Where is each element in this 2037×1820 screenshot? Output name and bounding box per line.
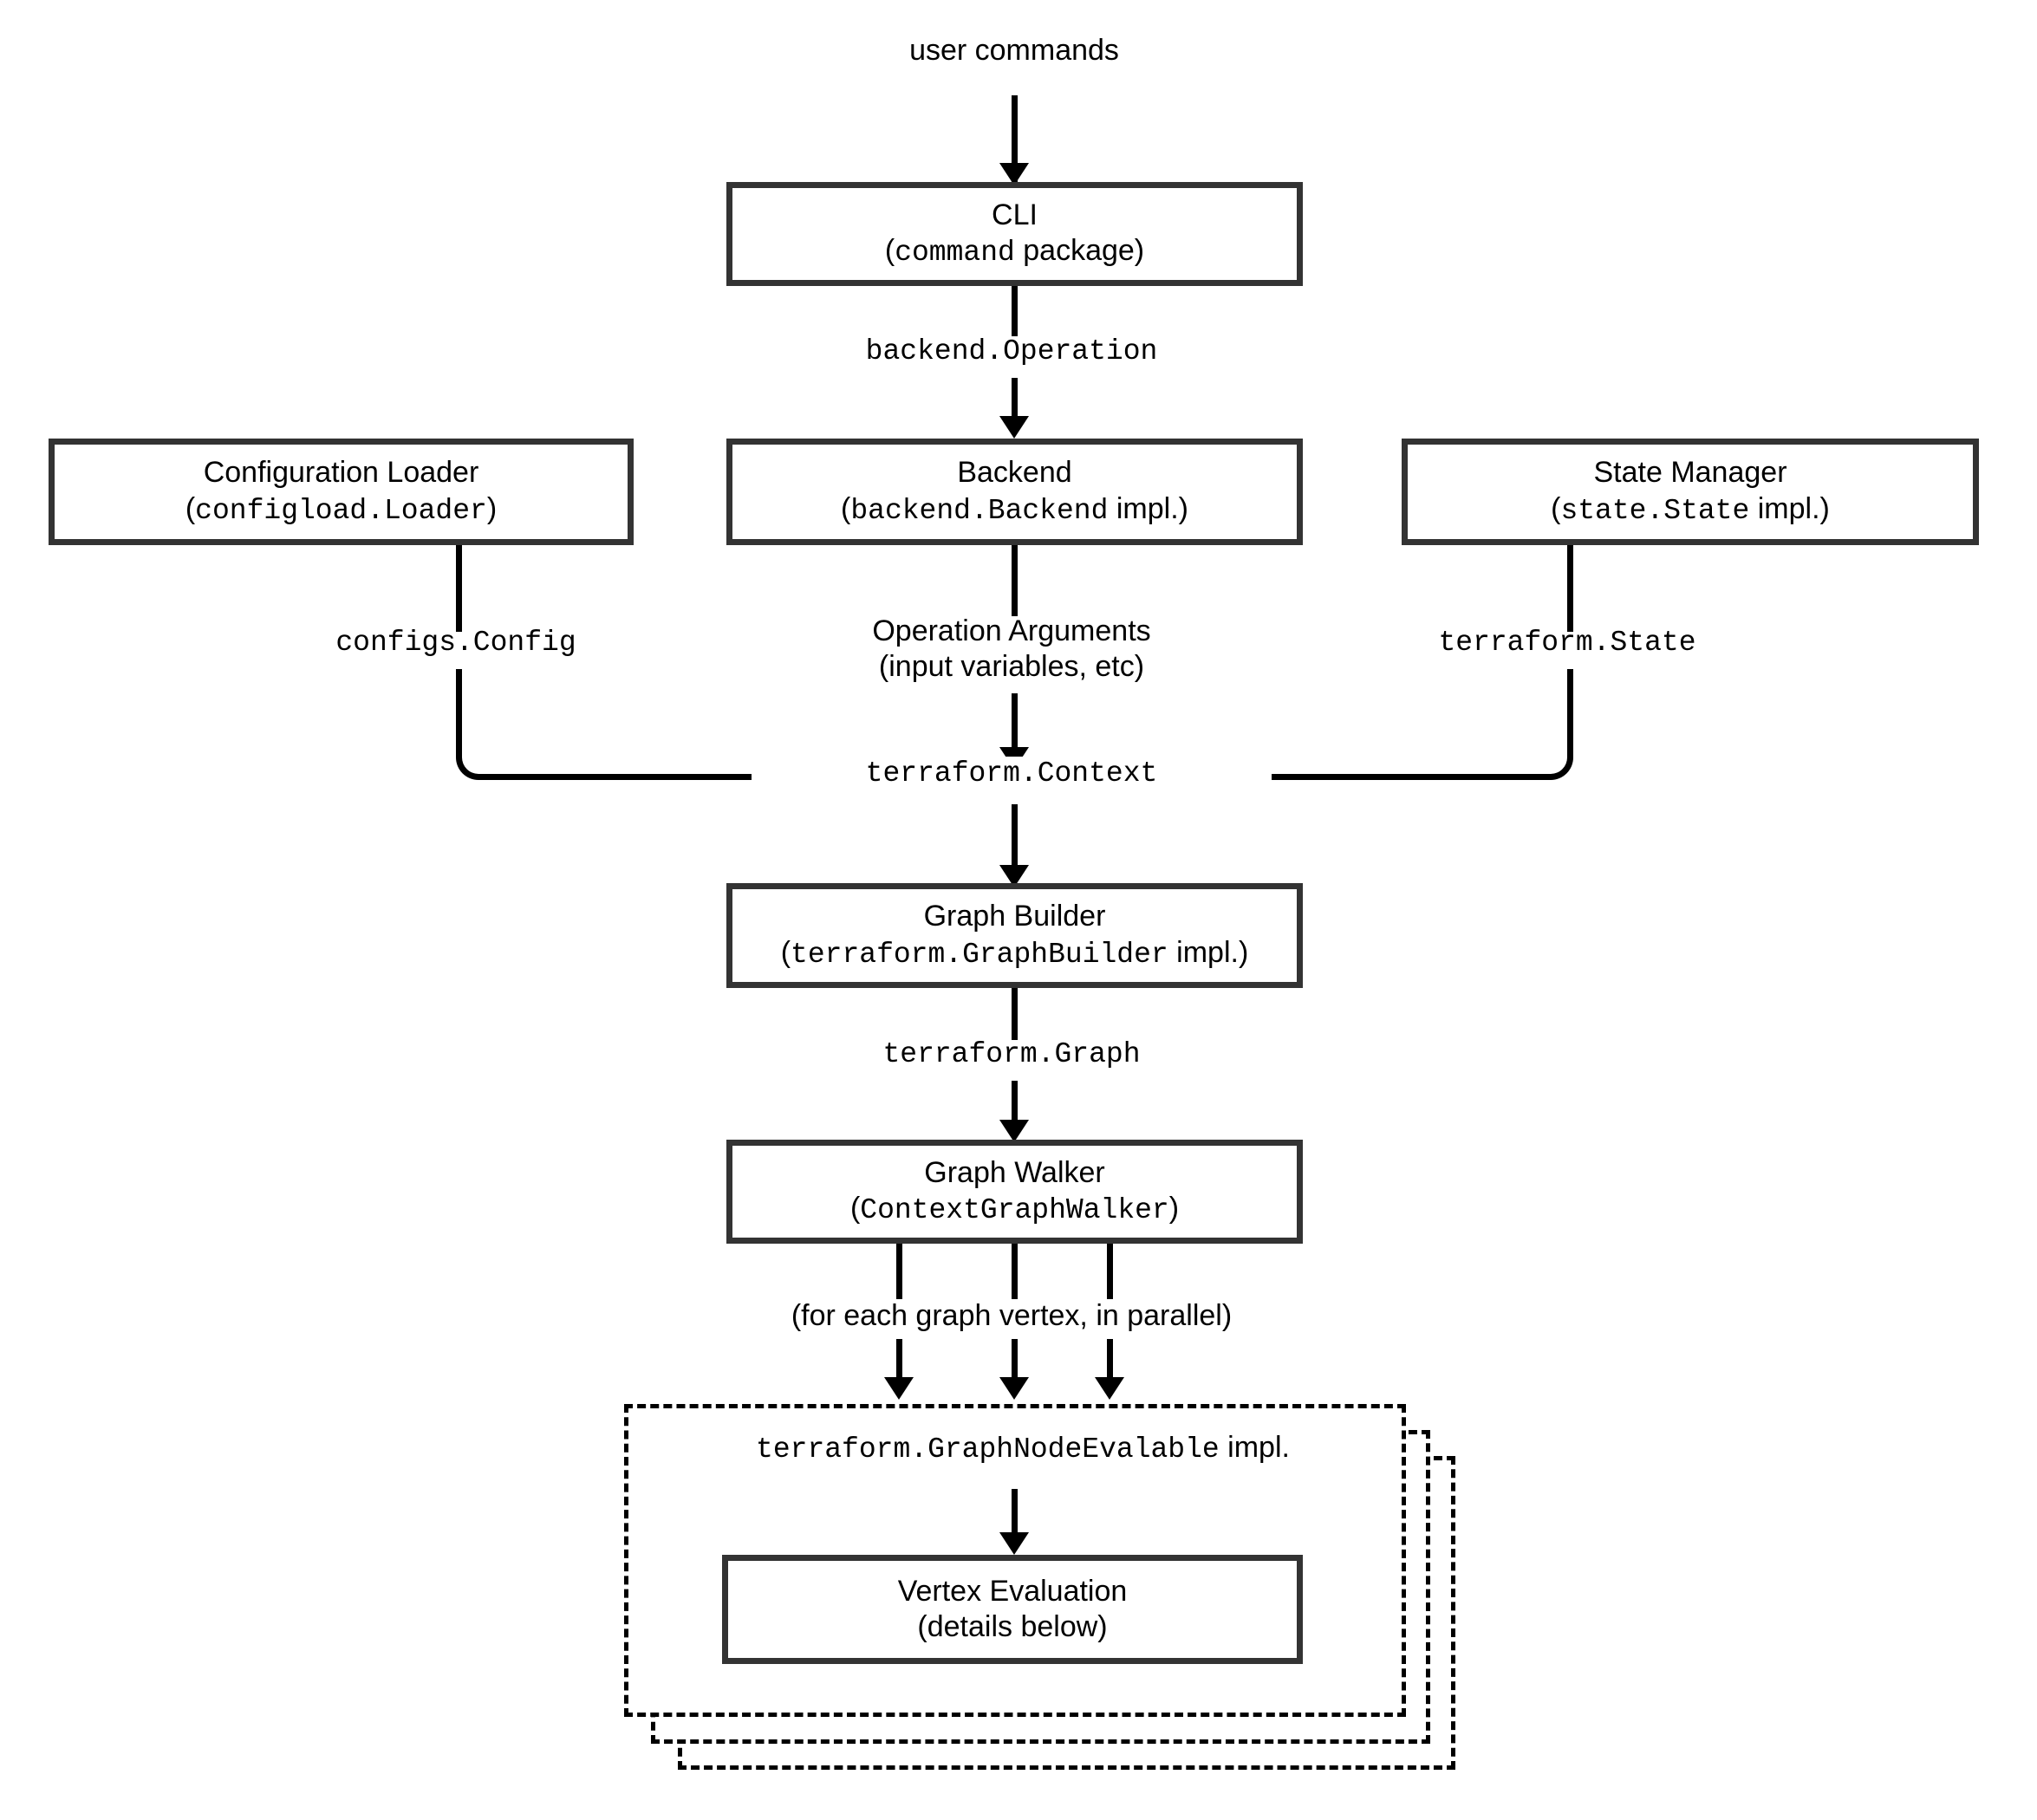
edge-label-terraform-state: terraform.State [1438,627,1696,659]
edge-backend-to-context-line-lower [1012,693,1018,752]
node-graph-walker[interactable]: Graph Walker (ContextGraphWalker) [726,1140,1303,1244]
node-vertex-evaluation[interactable]: Vertex Evaluation (details below) [722,1555,1303,1664]
edge-walker-parallel-2-upper [1012,1244,1018,1299]
node-cli-title: CLI [992,198,1038,231]
edge-cli-to-backend-line-lower [1012,378,1018,419]
edge-cli-to-backend-arrowhead [999,416,1029,439]
edge-label-terraform-graph: terraform.Graph [882,1038,1141,1070]
edge-evalable-to-vertexeval-line [1012,1489,1018,1537]
edge-walker-parallel-2-arrowhead [999,1377,1029,1400]
node-backend-subtitle: (backend.Backend impl.) [841,491,1188,527]
node-configuration-loader[interactable]: Configuration Loader (configload.Loader) [49,439,634,545]
diagram-canvas: user commands CLI (command package) back… [0,0,2037,1820]
edge-configloader-to-context-line [503,774,784,780]
edge-graphbuilder-to-walker-line-upper [1012,988,1018,1040]
node-vertex-evaluation-subtitle: (details below) [917,1610,1108,1643]
node-state-manager-title: State Manager [1593,456,1787,490]
edge-label-configs-config: configs.Config [335,627,576,659]
edge-cli-to-backend-line-upper [1012,286,1018,336]
node-cli-subtitle: (command package) [884,234,1145,270]
edge-walker-parallel-1-lower [896,1339,902,1382]
edge-statemanager-elbow [1521,728,1573,780]
node-graph-builder-title: Graph Builder [923,900,1106,933]
edge-label-backend-operation: backend.Operation [865,335,1158,367]
node-state-manager-subtitle: (state.State impl.) [1551,491,1830,527]
node-backend[interactable]: Backend (backend.Backend impl.) [726,439,1303,545]
group-header-graphnode-evalable: terraform.GraphNodeEvalable impl. [756,1431,1290,1466]
node-graph-walker-title: Graph Walker [924,1155,1105,1189]
edge-walker-parallel-1-upper [896,1244,902,1299]
node-configuration-loader-subtitle: (configload.Loader) [185,491,498,527]
edge-label-operation-arguments: Operation Arguments (input variables, et… [752,614,1272,686]
node-graph-builder[interactable]: Graph Builder (terraform.GraphBuilder im… [726,883,1303,988]
node-state-manager[interactable]: State Manager (state.State impl.) [1402,439,1979,545]
edge-context-to-graphbuilder-line [1012,804,1018,870]
edge-walker-parallel-3-upper [1107,1244,1113,1299]
edge-walker-parallel-1-arrowhead [884,1377,914,1400]
edge-walker-parallel-3-lower [1107,1339,1113,1382]
edge-label-for-each-vertex: (for each graph vertex, in parallel) [791,1299,1233,1332]
node-backend-title: Backend [957,456,1072,490]
edge-configloader-elbow [456,728,508,780]
edge-label-operation-arguments-line2: (input variables, etc) [878,650,1145,684]
edge-statemanager-line-upper [1567,545,1573,632]
edge-configloader-line-upper [456,545,462,632]
node-configuration-loader-title: Configuration Loader [203,456,479,490]
edge-evalable-to-vertexeval-arrowhead [999,1532,1029,1555]
node-vertex-evaluation-title: Vertex Evaluation [897,1574,1128,1608]
edge-backend-to-context-line-upper [1012,545,1018,616]
edge-walker-parallel-3-arrowhead [1095,1377,1124,1400]
edge-walker-parallel-2-lower [1012,1339,1018,1382]
node-cli[interactable]: CLI (command package) [726,182,1303,286]
node-graph-walker-subtitle: (ContextGraphWalker) [849,1192,1180,1227]
edge-label-operation-arguments-line1: Operation Arguments [872,614,1151,647]
hub-label-terraform-context: terraform.Context [752,757,1272,792]
node-graph-builder-subtitle: (terraform.GraphBuilder impl.) [780,935,1249,971]
user-commands-label: user commands [909,34,1119,67]
edge-statemanager-to-context-line [1244,774,1526,780]
